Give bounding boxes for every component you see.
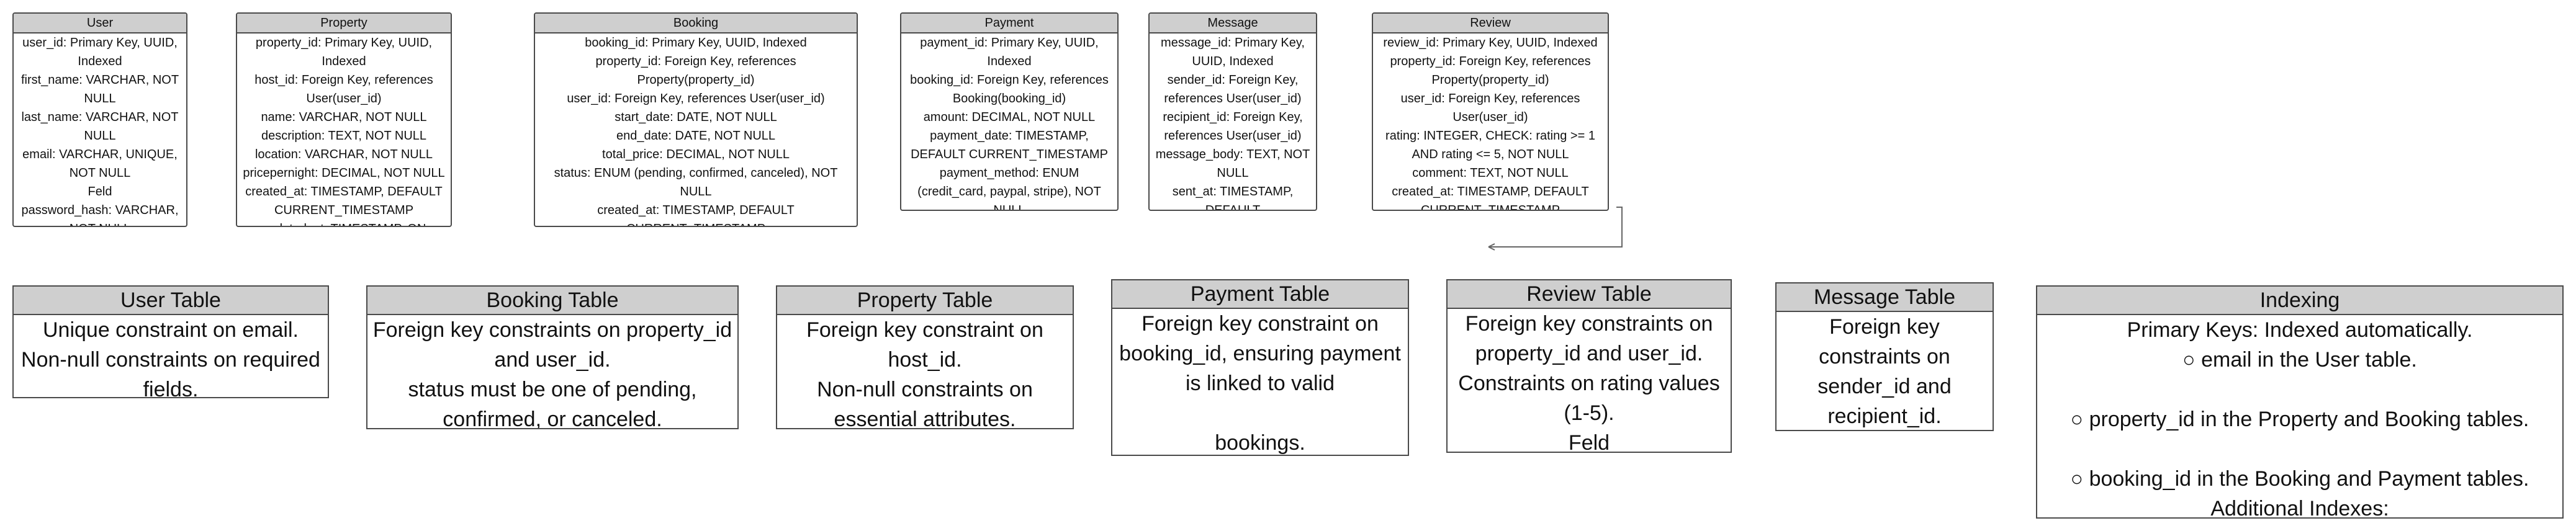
- note-title: Payment Table: [1112, 280, 1408, 309]
- note-title: Property Table: [777, 287, 1073, 315]
- field-row: location: VARCHAR, NOT NULL: [254, 148, 433, 161]
- entity-title: User: [14, 14, 186, 33]
- note-message-table: Message Table Foreign key constraints on…: [1775, 282, 1994, 431]
- note-line: Unique constraint on email.: [42, 318, 299, 342]
- entity-review: Review review_id: Primary Key, UUID, Ind…: [1372, 12, 1609, 211]
- field-row: name: VARCHAR, NOT NULL: [261, 110, 427, 124]
- field-row: property_id: Foreign Key, references Pro…: [1390, 55, 1591, 87]
- field-row: user_id: Foreign Key, references User(us…: [1400, 92, 1580, 124]
- field-row: created_at: TIMESTAMP, DEFAULT CURRENT_T…: [1392, 185, 1589, 211]
- entity-title: Review: [1373, 14, 1608, 33]
- note-line: Foreign key constraint on booking_id, en…: [1119, 312, 1401, 395]
- entity-user: User user_id: Primary Key, UUID, Indexed…: [12, 12, 187, 227]
- note-line: Primary Keys: Indexed automatically.: [2127, 318, 2473, 342]
- note-title: Review Table: [1448, 280, 1731, 309]
- field-row: updated_at: TIMESTAMP, ON UPDATE CURRENT…: [240, 220, 448, 226]
- field-row: host_id: Foreign Key, references User(us…: [254, 73, 433, 105]
- field-row: status: ENUM (pending, confirmed, cancel…: [554, 166, 838, 199]
- field-row: email: VARCHAR, UNIQUE, NOT NULL: [22, 148, 178, 180]
- note-review-table: Review Table Foreign key constraints on …: [1446, 279, 1732, 453]
- note-title: User Table: [14, 287, 328, 315]
- field-row: first_name: VARCHAR, NOT NULL: [20, 73, 179, 105]
- entity-booking: Booking booking_id: Primary Key, UUID, I…: [534, 12, 858, 227]
- field-row: created_at: TIMESTAMP, DEFAULT CURRENT_T…: [597, 203, 795, 226]
- entity-title: Payment: [901, 14, 1117, 33]
- field-row: created_at: TIMESTAMP, DEFAULT CURRENT_T…: [245, 185, 443, 217]
- note-line: Foreign key constraints on property_id a…: [1465, 312, 1713, 365]
- entity-title: Property: [237, 14, 451, 33]
- note-title: Booking Table: [367, 287, 737, 315]
- note-booking-table: Booking Table Foreign key constraints on…: [366, 285, 739, 429]
- note-line: [2041, 434, 2559, 464]
- field-row: booking_id: Primary Key, UUID, Indexed: [585, 36, 807, 50]
- note-line: [2041, 375, 2559, 404]
- note-title: Indexing: [2037, 287, 2562, 315]
- note-user-table: User Table Unique constraint on email. N…: [12, 285, 329, 398]
- field-row: rating: INTEGER, CHECK: rating >= 1 AND …: [1385, 129, 1595, 161]
- field-row: message_body: TEXT, NOT NULL: [1155, 148, 1310, 180]
- note-line: Foreign key constraint on host_id.: [806, 318, 1043, 372]
- field-row: payment_id: Primary Key, UUID, Indexed: [920, 36, 1099, 68]
- connector-line: [1488, 207, 1623, 248]
- note-line: bookings.: [1215, 431, 1305, 455]
- note-line: ○ booking_id in the Booking and Payment …: [2070, 467, 2529, 491]
- entity-title: Message: [1150, 14, 1316, 33]
- field-row: recipient_id: Foreign Key, references Us…: [1163, 110, 1303, 143]
- note-line: Additional Indexes:: [2210, 497, 2389, 519]
- field-row: booking_id: Foreign Key, references Book…: [910, 73, 1109, 105]
- field-row: amount: DECIMAL, NOT NULL: [923, 110, 1096, 124]
- entity-message: Message message_id: Primary Key, UUID, I…: [1148, 12, 1317, 211]
- note-line: [1116, 398, 1404, 428]
- note-indexing: Indexing Primary Keys: Indexed automatic…: [2036, 285, 2564, 519]
- note-line: Non-null constraints on required fields.: [21, 348, 320, 398]
- note-line: ○ email in the User table.: [2182, 348, 2417, 372]
- field-row: password_hash: VARCHAR, NOT NULL: [21, 203, 179, 226]
- note-line: Feld: [1568, 431, 1610, 453]
- field-row: property_id: Primary Key, UUID, Indexed: [255, 36, 433, 68]
- field-row: message_id: Primary Key, UUID, Indexed: [1161, 36, 1305, 68]
- entity-title: Booking: [535, 14, 857, 33]
- note-line: Non-null constraints on essential attrib…: [817, 378, 1033, 429]
- note-payment-table: Payment Table Foreign key constraint on …: [1111, 279, 1409, 456]
- note-line: Foreign key constraints on property_id a…: [372, 318, 732, 372]
- field-row: pricepernight: DECIMAL, NOT NULL: [243, 166, 445, 180]
- field-row: description: TEXT, NOT NULL: [261, 129, 427, 143]
- note-line: ○ property_id in the Property and Bookin…: [2070, 408, 2529, 431]
- note-title: Message Table: [1777, 283, 1993, 312]
- note-line: Foreign key constraints on sender_id and…: [1817, 315, 1952, 428]
- field-row: start_date: DATE, NOT NULL: [615, 110, 777, 124]
- field-row: payment_date: TIMESTAMP, DEFAULT CURRENT…: [911, 129, 1108, 161]
- field-row: user_id: Foreign Key, references User(us…: [567, 92, 825, 105]
- field-row: payment_method: ENUM (credit_card, paypa…: [917, 166, 1101, 211]
- field-row: sender_id: Foreign Key, references User(…: [1164, 73, 1302, 105]
- note-line: status must be one of pending, confirmed…: [408, 378, 697, 429]
- field-row: last_name: VARCHAR, NOT NULL: [21, 110, 179, 143]
- note-property-table: Property Table Foreign key constraint on…: [776, 285, 1074, 429]
- field-row: comment: TEXT, NOT NULL: [1412, 166, 1569, 180]
- field-row: end_date: DATE, NOT NULL: [616, 129, 776, 143]
- note-line: Constraints on rating values (1-5).: [1458, 372, 1720, 425]
- entity-property: Property property_id: Primary Key, UUID,…: [236, 12, 452, 227]
- field-row: sent_at: TIMESTAMP, DEFAULT CURRENT_TIME…: [1172, 185, 1294, 211]
- field-row: total_price: DECIMAL, NOT NULL: [602, 148, 790, 161]
- field-row: Feld: [88, 185, 112, 199]
- field-row: review_id: Primary Key, UUID, Indexed: [1383, 36, 1598, 50]
- entity-payment: Payment payment_id: Primary Key, UUID, I…: [900, 12, 1119, 211]
- field-row: user_id: Primary Key, UUID, Indexed: [22, 36, 178, 68]
- field-row: property_id: Foreign Key, references Pro…: [595, 55, 796, 87]
